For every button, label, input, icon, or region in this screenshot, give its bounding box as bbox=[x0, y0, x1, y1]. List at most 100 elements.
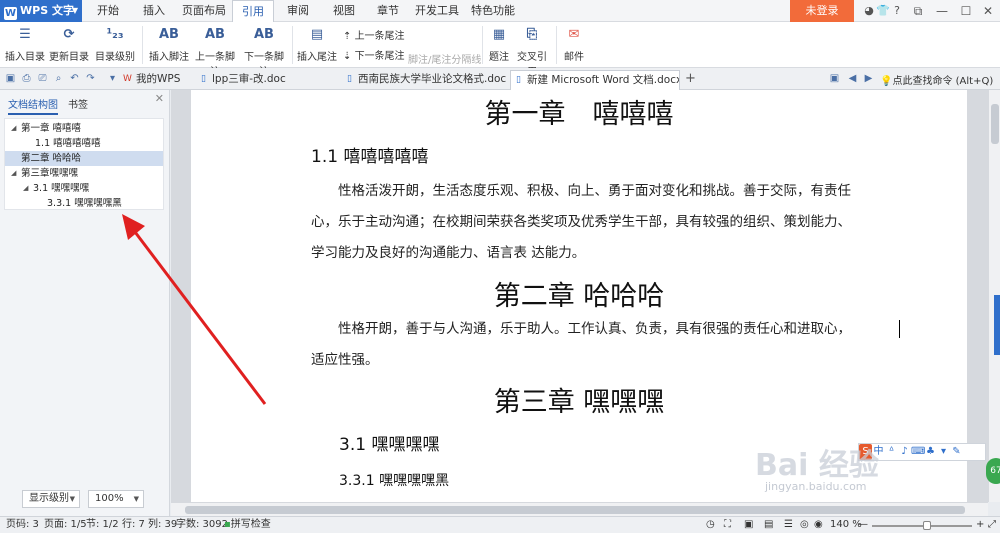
app-menu-button[interactable]: W WPS 文字 ▼ bbox=[0, 0, 82, 22]
restore-icon[interactable]: ⧉ bbox=[906, 0, 930, 22]
expand-arrow-icon[interactable]: ◢ bbox=[11, 166, 16, 181]
tab-nav-right-icon[interactable]: ▶ bbox=[862, 72, 875, 85]
close-icon[interactable]: ✕ bbox=[155, 92, 164, 105]
tab-home[interactable]: 开始 bbox=[88, 0, 128, 22]
tab-lpp-doc[interactable]: ▯ lpp三审-改.doc bbox=[196, 70, 338, 90]
heading-section-3-1[interactable]: 3.1 嘿嘿嘿嘿 bbox=[339, 430, 439, 455]
footnote-icon: AB bbox=[159, 27, 179, 42]
tab-my-wps[interactable]: W 我的WPS bbox=[120, 70, 192, 90]
print-icon[interactable]: ⎚ bbox=[36, 72, 49, 85]
next-endnote-button[interactable]: ⇣ 下一条尾注 bbox=[343, 47, 405, 62]
heading-chapter-2[interactable]: 第二章 哈哈哈 bbox=[191, 274, 967, 313]
tab-view[interactable]: 视图 bbox=[324, 0, 364, 22]
scroll-thumb[interactable] bbox=[991, 104, 999, 144]
skin-icon[interactable]: ◕ bbox=[862, 4, 876, 18]
prev-footnote-icon: AB bbox=[205, 27, 225, 42]
nav-zoom-dropdown[interactable]: 100% ▼ bbox=[88, 490, 144, 508]
tab-review[interactable]: 审阅 bbox=[278, 0, 318, 22]
tab-insert[interactable]: 插入 bbox=[134, 0, 174, 22]
side-panel-handle[interactable] bbox=[994, 295, 1000, 355]
toc-icon: ☰ bbox=[19, 27, 31, 42]
nav-item-chapter-3[interactable]: ◢ 第三章嘿嘿嘿 bbox=[5, 166, 163, 181]
speed-badge[interactable]: 67 bbox=[986, 458, 1000, 484]
nav-item-label: 3.1 嘿嘿嘿嘿 bbox=[33, 183, 90, 194]
status-col: 列: 39 bbox=[148, 519, 178, 530]
close-icon[interactable]: ✕ bbox=[976, 0, 1000, 22]
tab-new-word-doc[interactable]: ▯ 新建 Microsoft Word 文档.docx * bbox=[510, 70, 680, 90]
history-icon[interactable]: ◷ bbox=[706, 517, 715, 533]
window-list-icon[interactable]: ▣ bbox=[828, 72, 841, 85]
toc-level-button[interactable]: ¹₂₃ 目录级别 bbox=[92, 24, 138, 63]
tab-nav-left-icon[interactable]: ◀ bbox=[846, 72, 859, 85]
zoom-slider-track[interactable] bbox=[872, 525, 972, 527]
show-level-label: 显示级别 bbox=[29, 493, 69, 504]
save-icon[interactable]: ▣ bbox=[4, 72, 17, 85]
caption-icon: ▦ bbox=[492, 27, 506, 42]
cross-reference-icon: ⎘ bbox=[526, 27, 538, 42]
fullscreen-icon[interactable]: ⛶ bbox=[724, 517, 731, 533]
status-pages[interactable]: 页面: 1/5 bbox=[44, 517, 87, 533]
help-icon[interactable]: ? bbox=[890, 4, 904, 18]
tab-references[interactable]: 引用 bbox=[232, 0, 274, 23]
paragraph-line: 适应性强。 bbox=[311, 352, 379, 368]
status-words[interactable]: 字数: 3092 bbox=[176, 517, 228, 533]
redo-icon[interactable]: ↷ bbox=[84, 72, 97, 85]
nav-item-section-1-1[interactable]: 1.1 嘻嘻嘻嘻嘻 bbox=[5, 136, 163, 151]
mail-button[interactable]: ✉ 邮件 bbox=[560, 24, 588, 63]
tab-label: 新建 Microsoft Word 文档.docx * bbox=[527, 74, 680, 86]
undo-icon[interactable]: ↶ bbox=[68, 72, 81, 85]
tab-page-layout[interactable]: 页面布局 bbox=[180, 0, 228, 22]
show-level-dropdown[interactable]: 显示级别 ▼ bbox=[22, 490, 80, 508]
nav-item-section-3-1[interactable]: ◢ 3.1 嘿嘿嘿嘿 bbox=[5, 181, 163, 196]
more-icon[interactable]: ▾ bbox=[106, 72, 119, 85]
heading-section-3-3-1[interactable]: 3.3.1 嘿嘿嘿嘿黑 bbox=[339, 470, 449, 490]
expand-arrow-icon[interactable]: ◢ bbox=[11, 121, 16, 136]
export-pdf-icon[interactable]: ⎙ bbox=[20, 72, 33, 85]
nav-item-chapter-2[interactable]: 第二章 哈哈哈 bbox=[5, 151, 163, 166]
mail-icon: ✉ bbox=[568, 27, 580, 42]
page-view-icon[interactable]: ▣ bbox=[744, 517, 753, 533]
tab-chapter[interactable]: 章节 bbox=[368, 0, 408, 22]
nav-item-label: 3.3.1 嘿嘿嘿嘿黑 bbox=[47, 198, 122, 209]
insert-footnote-button[interactable]: AB 插入脚注 bbox=[148, 24, 190, 63]
insert-endnote-button[interactable]: ▤ 插入尾注 bbox=[296, 24, 338, 63]
app-name: WPS 文字 bbox=[20, 4, 74, 17]
login-button[interactable]: 未登录 bbox=[790, 0, 854, 22]
prev-endnote-button[interactable]: ⇡ 上一条尾注 bbox=[343, 27, 405, 42]
tab-developer[interactable]: 开发工具 bbox=[412, 0, 462, 22]
add-tab-icon[interactable]: + bbox=[684, 72, 697, 85]
nav-item-section-3-3-1[interactable]: 3.3.1 嘿嘿嘿嘿黑 bbox=[5, 196, 163, 211]
maximize-icon[interactable]: ☐ bbox=[954, 0, 978, 22]
minimize-icon[interactable]: — bbox=[930, 0, 954, 22]
shirt-icon[interactable]: 👕 bbox=[876, 4, 890, 18]
expand-icon[interactable]: ⤢ bbox=[988, 517, 996, 533]
tab-thesis-format-doc[interactable]: ▯ 西南民族大学毕业论文格式.doc bbox=[342, 70, 506, 90]
divider bbox=[142, 26, 143, 64]
paragraph-2[interactable]: 性格开朗，善于与人沟通，乐于助人。工作认真、负责，具有很强的责任心和进取心， 适… bbox=[311, 314, 891, 376]
heading-section-1-1[interactable]: 1.1 嘻嘻嘻嘻嘻 bbox=[311, 142, 428, 167]
expand-arrow-icon[interactable]: ◢ bbox=[23, 181, 28, 196]
insert-toc-button[interactable]: ☰ 插入目录 bbox=[4, 24, 46, 63]
find-command-box[interactable]: 💡点此查找命令 (Alt+Q) bbox=[880, 72, 993, 87]
zoom-in-icon[interactable]: + bbox=[976, 517, 984, 533]
spell-check-label: 拼写检查 bbox=[230, 519, 271, 530]
caption-button[interactable]: ▦ 题注 bbox=[486, 24, 512, 63]
update-toc-button[interactable]: ⟳ 更新目录 bbox=[48, 24, 90, 63]
tab-bookmarks[interactable]: 书签 bbox=[68, 96, 88, 111]
spell-check-toggle[interactable]: ▪拼写检查 bbox=[224, 517, 271, 533]
paragraph-1[interactable]: 性格活泼开朗，生活态度乐观、积极、向上、勇于面对变化和挑战。善于交际，有责任 心… bbox=[311, 176, 891, 269]
nav-item-chapter-1[interactable]: ◢ 第一章 嘻嘻嘻 bbox=[5, 121, 163, 136]
heading-chapter-3[interactable]: 第三章 嘿嘿嘿 bbox=[191, 380, 967, 419]
document-tabs-bar: ▣ ⎙ ⎚ ⌕ ↶ ↷ ▾ W 我的WPS ▯ lpp三审-改.doc ▯ 西南民族大… bbox=[0, 68, 1000, 90]
heading-chapter-1[interactable]: 第一章 嘻嘻嘻 bbox=[191, 92, 967, 131]
nav-item-label: 第一章 嘻嘻嘻 bbox=[21, 123, 82, 134]
tab-features[interactable]: 特色功能 bbox=[468, 0, 518, 22]
zoom-slider-handle[interactable] bbox=[923, 521, 931, 530]
print-preview-icon[interactable]: ⌕ bbox=[52, 72, 65, 85]
menu-bar: W WPS 文字 ▼ 开始 插入 页面布局 引用 审阅 视图 章节 开发工具 特色… bbox=[0, 0, 1000, 23]
nav-item-label: 第三章嘿嘿嘿 bbox=[21, 168, 79, 179]
next-endnote-label: 下一条尾注 bbox=[354, 51, 405, 62]
tab-document-map[interactable]: 文档结构图 bbox=[8, 96, 58, 115]
status-page-no: 页码: 3 bbox=[6, 519, 39, 530]
footnote-separator-button[interactable]: 脚注/尾注分隔线 bbox=[408, 51, 481, 66]
